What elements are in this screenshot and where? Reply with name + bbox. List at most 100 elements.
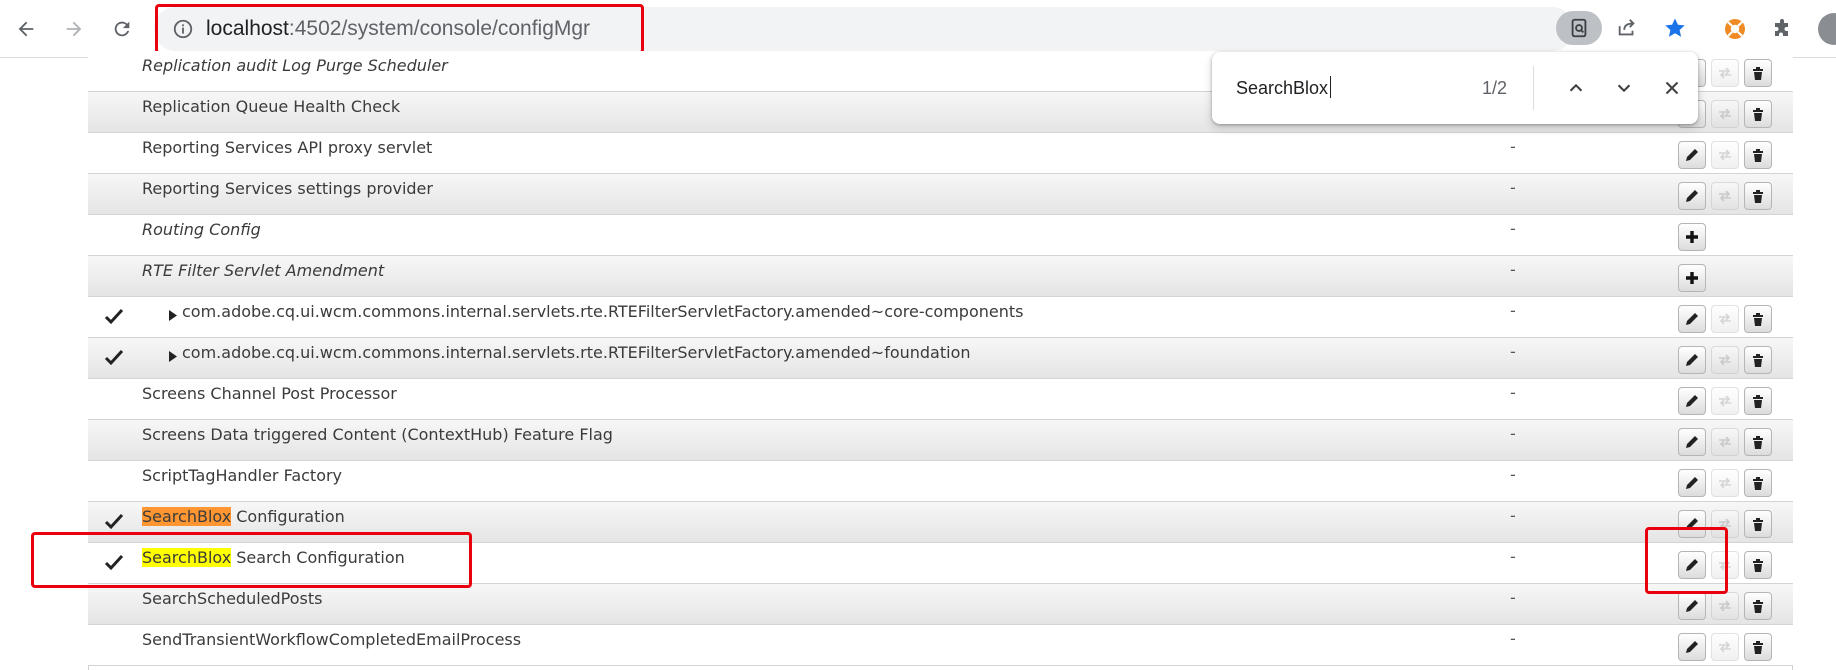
- chevron-up-icon: [1569, 83, 1583, 92]
- bundle-column-value: -: [1510, 424, 1516, 443]
- find-close-button[interactable]: [1654, 70, 1690, 106]
- edit-config-button[interactable]: [1678, 592, 1706, 620]
- create-config-button[interactable]: [1678, 264, 1706, 292]
- delete-config-button[interactable]: [1744, 59, 1772, 87]
- edit-config-button[interactable]: [1678, 346, 1706, 374]
- table-row: Reporting Services settings provider -: [88, 174, 1793, 215]
- back-button[interactable]: [8, 11, 44, 47]
- trash-icon: [1753, 313, 1763, 326]
- puzzle-icon: [1775, 19, 1788, 36]
- forward-button[interactable]: [56, 11, 92, 47]
- profile-avatar[interactable]: [1818, 13, 1836, 45]
- unbind-config-button[interactable]: [1711, 305, 1739, 333]
- unbind-config-button[interactable]: [1711, 633, 1739, 661]
- config-name-link[interactable]: Routing Config: [142, 215, 261, 244]
- delete-config-button[interactable]: [1744, 551, 1772, 579]
- find-next-button[interactable]: [1606, 70, 1642, 106]
- delete-config-button[interactable]: [1744, 469, 1772, 497]
- config-name-link[interactable]: Screens Data triggered Content (ContextH…: [142, 420, 613, 449]
- extensions-button[interactable]: [1768, 14, 1798, 44]
- edit-config-button[interactable]: [1678, 428, 1706, 456]
- config-name-link[interactable]: com.adobe.cq.ui.wcm.commons.internal.ser…: [182, 338, 971, 367]
- bundle-column-value: -: [1510, 137, 1516, 156]
- bundle-column-value: -: [1510, 260, 1516, 279]
- config-name-link[interactable]: Screens Channel Post Processor: [142, 379, 397, 408]
- delete-config-button[interactable]: [1744, 141, 1772, 169]
- checkmark-icon: [104, 347, 124, 367]
- edit-config-button[interactable]: [1678, 305, 1706, 333]
- edit-config-button[interactable]: [1678, 387, 1706, 415]
- edit-config-button[interactable]: [1678, 469, 1706, 497]
- unbind-config-button[interactable]: [1711, 592, 1739, 620]
- close-icon: [1665, 81, 1679, 95]
- swap-arrows-icon: [1719, 149, 1731, 161]
- unbind-config-button[interactable]: [1711, 469, 1739, 497]
- config-name-link[interactable]: SendTransientWorkflowCompletedEmailProce…: [142, 625, 521, 654]
- config-name-link[interactable]: Reporting Services settings provider: [142, 174, 433, 203]
- swap-arrows-icon: [1719, 600, 1731, 612]
- extension-lifebuoy-button[interactable]: [1720, 14, 1750, 44]
- share-button[interactable]: [1610, 11, 1644, 45]
- config-name-link[interactable]: com.adobe.cq.ui.wcm.commons.internal.ser…: [182, 297, 1023, 326]
- find-in-page-chip[interactable]: [1556, 11, 1602, 45]
- pencil-icon: [1686, 641, 1698, 653]
- bundle-column-value: -: [1510, 465, 1516, 484]
- edit-config-button[interactable]: [1678, 633, 1706, 661]
- trash-icon: [1753, 436, 1763, 449]
- find-previous-button[interactable]: [1558, 70, 1594, 106]
- swap-arrows-icon: [1719, 354, 1731, 366]
- delete-config-button[interactable]: [1744, 182, 1772, 210]
- edit-config-button[interactable]: [1678, 141, 1706, 169]
- search-highlight: SearchBlox: [142, 507, 232, 526]
- table-row: ScriptTagHandler Factory -: [88, 461, 1793, 502]
- config-name-link[interactable]: ScriptTagHandler Factory: [142, 461, 342, 490]
- bundle-column-value: -: [1510, 588, 1516, 607]
- config-name-link[interactable]: Replication audit Log Purge Scheduler: [142, 51, 448, 80]
- find-match-count: 1/2: [1482, 78, 1508, 98]
- delete-config-button[interactable]: [1744, 510, 1772, 538]
- expand-caret-icon[interactable]: [169, 306, 177, 321]
- delete-config-button[interactable]: [1744, 346, 1772, 374]
- table-row: Reporting Services API proxy servlet -: [88, 133, 1793, 174]
- create-config-button[interactable]: [1678, 223, 1706, 251]
- edit-config-button[interactable]: [1678, 182, 1706, 210]
- find-input[interactable]: SearchBlox: [1236, 70, 1496, 106]
- trash-icon: [1753, 354, 1763, 367]
- unbind-config-button[interactable]: [1711, 100, 1739, 128]
- delete-config-button[interactable]: [1744, 100, 1772, 128]
- delete-config-button[interactable]: [1744, 633, 1772, 661]
- plus-icon: [1686, 272, 1698, 284]
- config-name-link[interactable]: Reporting Services API proxy servlet: [142, 133, 432, 162]
- bundle-column-value: -: [1510, 383, 1516, 402]
- delete-config-button[interactable]: [1744, 428, 1772, 456]
- pencil-icon: [1686, 477, 1698, 489]
- delete-config-button[interactable]: [1744, 305, 1772, 333]
- swap-arrows-icon: [1719, 641, 1731, 653]
- reload-button[interactable]: [104, 11, 140, 47]
- config-name-link[interactable]: SearchScheduledPosts: [142, 584, 322, 613]
- bundle-column-value: -: [1510, 547, 1516, 566]
- pencil-icon: [1686, 313, 1698, 325]
- config-name-link[interactable]: Replication Queue Health Check: [142, 92, 400, 121]
- table-row: Screens Data triggered Content (ContextH…: [88, 420, 1793, 461]
- table-row: SearchScheduledPosts -: [88, 584, 1793, 625]
- bundle-column-value: -: [1510, 219, 1516, 238]
- bookmark-star-button[interactable]: [1658, 11, 1692, 45]
- trash-icon: [1753, 641, 1763, 654]
- unbind-config-button[interactable]: [1711, 387, 1739, 415]
- pencil-icon: [1686, 149, 1698, 161]
- share-icon: [1618, 19, 1635, 36]
- unbind-config-button[interactable]: [1711, 141, 1739, 169]
- unbind-config-button[interactable]: [1711, 182, 1739, 210]
- delete-config-button[interactable]: [1744, 387, 1772, 415]
- unbind-config-button[interactable]: [1711, 428, 1739, 456]
- expand-caret-icon[interactable]: [169, 347, 177, 362]
- config-name-link[interactable]: RTE Filter Servlet Amendment: [142, 256, 384, 285]
- unbind-config-button[interactable]: [1711, 59, 1739, 87]
- config-name-link[interactable]: SearchBlox Configuration: [142, 502, 345, 531]
- find-page-icon: [1571, 18, 1587, 38]
- unbind-config-button[interactable]: [1711, 346, 1739, 374]
- delete-config-button[interactable]: [1744, 592, 1772, 620]
- table-row: SendTransientWorkflowCompletedEmailProce…: [88, 625, 1793, 666]
- pencil-icon: [1686, 600, 1698, 612]
